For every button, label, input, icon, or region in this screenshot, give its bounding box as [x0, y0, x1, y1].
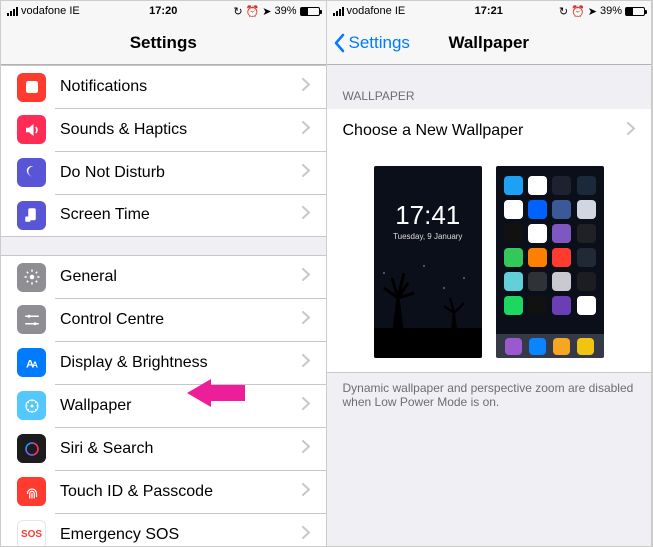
lock-screen-preview[interactable]: 17:41 Tuesday, 9 January — [374, 166, 482, 358]
home-screen-preview[interactable] — [496, 166, 604, 358]
chevron-right-icon — [302, 354, 310, 372]
chevron-right-icon — [302, 483, 310, 501]
settings-cell-dnd[interactable]: Do Not Disturb — [1, 151, 326, 194]
settings-cell-general[interactable]: General — [1, 255, 326, 298]
chevron-right-icon — [302, 397, 310, 415]
chevron-right-icon — [627, 122, 635, 140]
cell-label: Emergency SOS — [60, 526, 302, 544]
svg-text:A: A — [32, 360, 38, 369]
settings-cell-display[interactable]: AA Display & Brightness — [1, 341, 326, 384]
lock-time: 17:41 — [374, 200, 482, 231]
nav-bar: Settings Wallpaper — [327, 21, 652, 65]
back-button[interactable]: Settings — [333, 33, 410, 53]
battery-icon — [300, 7, 320, 16]
back-label: Settings — [349, 33, 410, 53]
cell-label: Wallpaper — [60, 397, 302, 415]
home-grid — [496, 166, 604, 325]
cell-label: Touch ID & Passcode — [60, 483, 302, 501]
settings-list: Notifications Sounds & Haptics Do Not Dist… — [1, 65, 326, 546]
status-bar: vodafone IE 17:21 ↻ ⏰ ➤ 39% — [327, 1, 652, 21]
settings-screen: vodafone IE 17:20 ↻ ⏰ ➤ 39% Settings Not… — [1, 1, 327, 546]
cell-label: General — [60, 268, 302, 286]
settings-cell-notifications[interactable]: Notifications — [1, 65, 326, 108]
dnd-icon — [17, 158, 46, 187]
settings-cell-controlcentre[interactable]: Control Centre — [1, 298, 326, 341]
settings-cell-wallpaper[interactable]: Wallpaper — [1, 384, 326, 427]
sos-icon: SOS — [17, 520, 46, 546]
battery-icon — [625, 7, 645, 16]
settings-cell-siri[interactable]: Siri & Search — [1, 427, 326, 470]
nav-title: Settings — [130, 33, 197, 53]
footnote: Dynamic wallpaper and perspective zoom a… — [327, 373, 652, 417]
dock — [496, 334, 604, 358]
settings-cell-touchid[interactable]: Touch ID & Passcode — [1, 470, 326, 513]
choose-wallpaper-label: Choose a New Wallpaper — [343, 122, 628, 140]
wallpaper-screen: vodafone IE 17:21 ↻ ⏰ ➤ 39% Settings Wal… — [327, 1, 653, 546]
sounds-icon — [17, 115, 46, 144]
settings-cell-sounds[interactable]: Sounds & Haptics — [1, 108, 326, 151]
chevron-right-icon — [302, 121, 310, 139]
clock: 17:20 — [1, 5, 326, 17]
chevron-right-icon — [302, 440, 310, 458]
tree-illustration — [374, 258, 482, 358]
notifications-icon — [17, 73, 46, 102]
chevron-right-icon — [302, 311, 310, 329]
cell-label: Display & Brightness — [60, 354, 302, 372]
clock: 17:21 — [327, 5, 652, 17]
status-bar: vodafone IE 17:20 ↻ ⏰ ➤ 39% — [1, 1, 326, 21]
lock-date: Tuesday, 9 January — [374, 232, 482, 241]
cell-label: Do Not Disturb — [60, 164, 302, 182]
controlcentre-icon — [17, 305, 46, 334]
siri-icon — [17, 434, 46, 463]
cell-label: Notifications — [60, 78, 302, 96]
cell-label: Sounds & Haptics — [60, 121, 302, 139]
wallpaper-previews: 17:41 Tuesday, 9 January — [327, 152, 652, 373]
pointer-arrow — [187, 379, 245, 407]
wallpaper-icon — [17, 391, 46, 420]
cell-label: Screen Time — [60, 206, 302, 224]
screentime-icon — [17, 201, 46, 230]
nav-bar: Settings — [1, 21, 326, 65]
chevron-right-icon — [302, 164, 310, 182]
chevron-right-icon — [302, 78, 310, 96]
display-icon: AA — [17, 348, 46, 377]
settings-cell-screentime[interactable]: Screen Time — [1, 194, 326, 237]
touchid-icon — [17, 477, 46, 506]
choose-wallpaper-cell[interactable]: Choose a New Wallpaper — [327, 109, 652, 152]
chevron-right-icon — [302, 206, 310, 224]
section-header: WALLPAPER — [327, 83, 652, 109]
cell-label: Siri & Search — [60, 440, 302, 458]
chevron-right-icon — [302, 526, 310, 544]
general-icon — [17, 263, 46, 292]
nav-title: Wallpaper — [448, 33, 529, 53]
settings-cell-sos[interactable]: SOS Emergency SOS — [1, 513, 326, 546]
chevron-right-icon — [302, 268, 310, 286]
cell-label: Control Centre — [60, 311, 302, 329]
